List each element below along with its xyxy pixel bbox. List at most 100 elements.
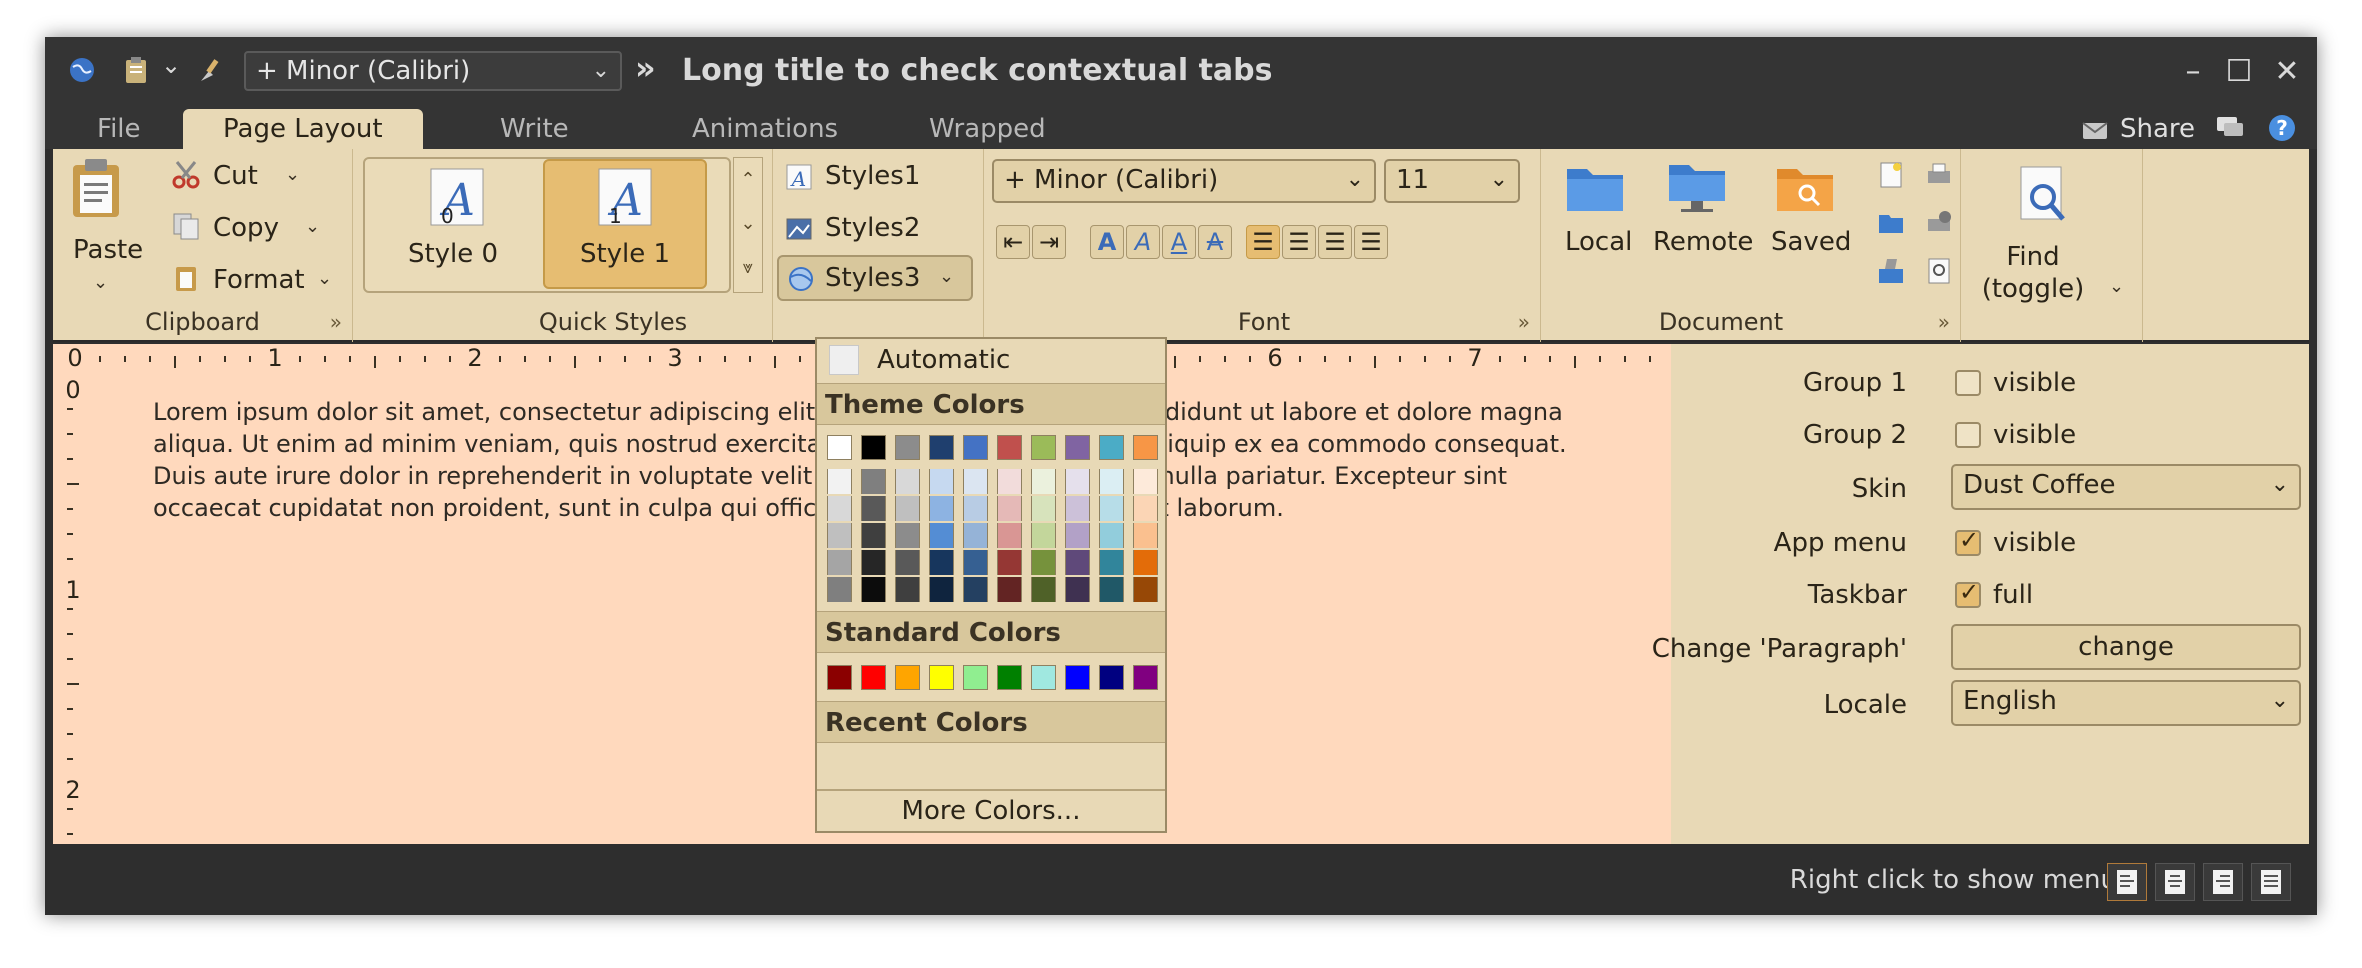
theme-color-swatch[interactable] [827,577,852,602]
theme-color-swatch[interactable] [827,550,852,575]
locale-combo[interactable]: English ⌄ [1951,680,2301,726]
theme-color-swatch[interactable] [895,435,920,460]
align-center-status-icon[interactable] [2155,863,2195,901]
align-left-button[interactable]: ☰ [1246,225,1280,259]
local-button[interactable]: Local [1565,225,1632,259]
style-1-item[interactable]: A1 Style 1 [543,159,707,289]
tab-wrapped[interactable]: Wrapped [929,109,1046,149]
theme-color-swatch[interactable] [963,496,988,521]
theme-color-swatch[interactable] [1031,469,1056,494]
font-family-combo[interactable]: + Minor (Calibri) ⌄ [992,159,1376,203]
theme-color-swatch[interactable] [895,577,920,602]
tab-page-layout[interactable]: Page Layout [183,109,423,149]
underline-button[interactable]: A [1162,225,1196,259]
standard-color-swatch[interactable] [895,665,920,690]
theme-color-swatch[interactable] [1031,496,1056,521]
standard-color-swatch[interactable] [1099,665,1124,690]
theme-color-swatch[interactable] [963,577,988,602]
saved-button[interactable]: Saved [1771,225,1851,259]
theme-color-swatch[interactable] [997,496,1022,521]
theme-color-swatch[interactable] [1099,523,1124,548]
automatic-color-item[interactable]: Automatic [825,343,1159,379]
maximize-button[interactable]: ☐ [2222,55,2256,89]
paste-button[interactable]: Paste [73,233,143,267]
taskbar-checkbox[interactable]: ✓ [1955,578,1981,608]
standard-color-swatch[interactable] [861,665,886,690]
indent-increase-button[interactable]: ⇥ [1032,225,1066,259]
theme-color-swatch[interactable] [1031,435,1056,460]
styles3-button[interactable]: Styles3 ⌄ [777,255,973,301]
theme-color-swatch[interactable] [1133,550,1158,575]
change-button[interactable]: change [1951,624,2301,670]
find-band[interactable]: Find (toggle) ⌄ [1963,149,2143,342]
tab-file[interactable]: File [97,109,141,149]
standard-color-swatch[interactable] [1065,665,1090,690]
theme-color-swatch[interactable] [929,496,954,521]
scroll-down-icon[interactable]: ⌄ [734,202,762,246]
remote-button[interactable]: Remote [1653,225,1753,259]
theme-color-swatch[interactable] [1099,469,1124,494]
theme-color-swatch[interactable] [963,523,988,548]
standard-color-swatch[interactable] [997,665,1022,690]
theme-color-swatch[interactable] [1099,435,1124,460]
theme-color-swatch[interactable] [997,435,1022,460]
help-icon[interactable]: ? [2267,113,2297,143]
group1-checkbox[interactable] [1955,370,1981,396]
theme-color-swatch[interactable] [1133,577,1158,602]
theme-color-swatch[interactable] [929,550,954,575]
theme-color-swatch[interactable] [997,523,1022,548]
theme-color-swatch[interactable] [929,435,954,460]
theme-color-swatch[interactable] [1099,577,1124,602]
gallery-expand-icon[interactable]: ⩔ [734,246,762,290]
theme-color-swatch[interactable] [1133,435,1158,460]
theme-color-swatch[interactable] [895,550,920,575]
theme-color-swatch[interactable] [827,523,852,548]
chevron-down-icon[interactable]: ⌄ [93,263,108,300]
chevron-down-icon[interactable]: ⌄ [161,51,181,79]
theme-color-swatch[interactable] [1133,496,1158,521]
italic-button[interactable]: A [1126,225,1160,259]
theme-color-swatch[interactable] [929,523,954,548]
standard-color-swatch[interactable] [827,665,852,690]
align-left-status-icon[interactable] [2107,863,2147,901]
theme-color-swatch[interactable] [1065,523,1090,548]
theme-color-swatch[interactable] [963,469,988,494]
theme-color-swatch[interactable] [861,496,886,521]
theme-color-swatch[interactable] [827,469,852,494]
styles1-button[interactable]: Styles1 [825,159,920,193]
print-setup-icon[interactable] [1925,209,1953,237]
close-button[interactable]: ✕ [2270,55,2304,89]
theme-color-swatch[interactable] [1065,435,1090,460]
theme-color-swatch[interactable] [861,435,886,460]
theme-color-swatch[interactable] [929,577,954,602]
standard-color-swatch[interactable] [963,665,988,690]
theme-color-swatch[interactable] [997,577,1022,602]
theme-color-swatch[interactable] [861,577,886,602]
cut-button[interactable]: Cut [213,159,258,193]
theme-color-swatch[interactable] [827,435,852,460]
indent-decrease-button[interactable]: ⇤ [996,225,1030,259]
bold-button[interactable]: A [1090,225,1124,259]
strikethrough-button[interactable]: A [1198,225,1232,259]
print-preview-icon[interactable] [1925,257,1953,285]
theme-color-swatch[interactable] [997,550,1022,575]
more-colors-item[interactable]: More Colors... [817,791,1165,831]
format-button[interactable]: Format [213,263,305,297]
theme-color-swatch[interactable] [827,496,852,521]
align-right-status-icon[interactable] [2203,863,2243,901]
theme-color-swatch[interactable] [1099,496,1124,521]
app-globe-icon[interactable] [67,55,97,85]
theme-color-swatch[interactable] [963,435,988,460]
open-folder-icon[interactable] [1877,209,1905,237]
chevron-down-icon[interactable]: ⌄ [305,207,320,244]
theme-color-swatch[interactable] [861,523,886,548]
theme-color-swatch[interactable] [895,496,920,521]
theme-color-swatch[interactable] [1133,469,1158,494]
share-icon[interactable] [2080,115,2110,141]
align-right-button[interactable]: ☰ [1318,225,1352,259]
copy-button[interactable]: Copy [213,211,279,245]
styles2-button[interactable]: Styles2 [825,211,920,245]
font-size-combo[interactable]: 11 ⌄ [1384,159,1520,203]
group2-checkbox[interactable] [1955,422,1981,448]
standard-color-swatch[interactable] [1031,665,1056,690]
